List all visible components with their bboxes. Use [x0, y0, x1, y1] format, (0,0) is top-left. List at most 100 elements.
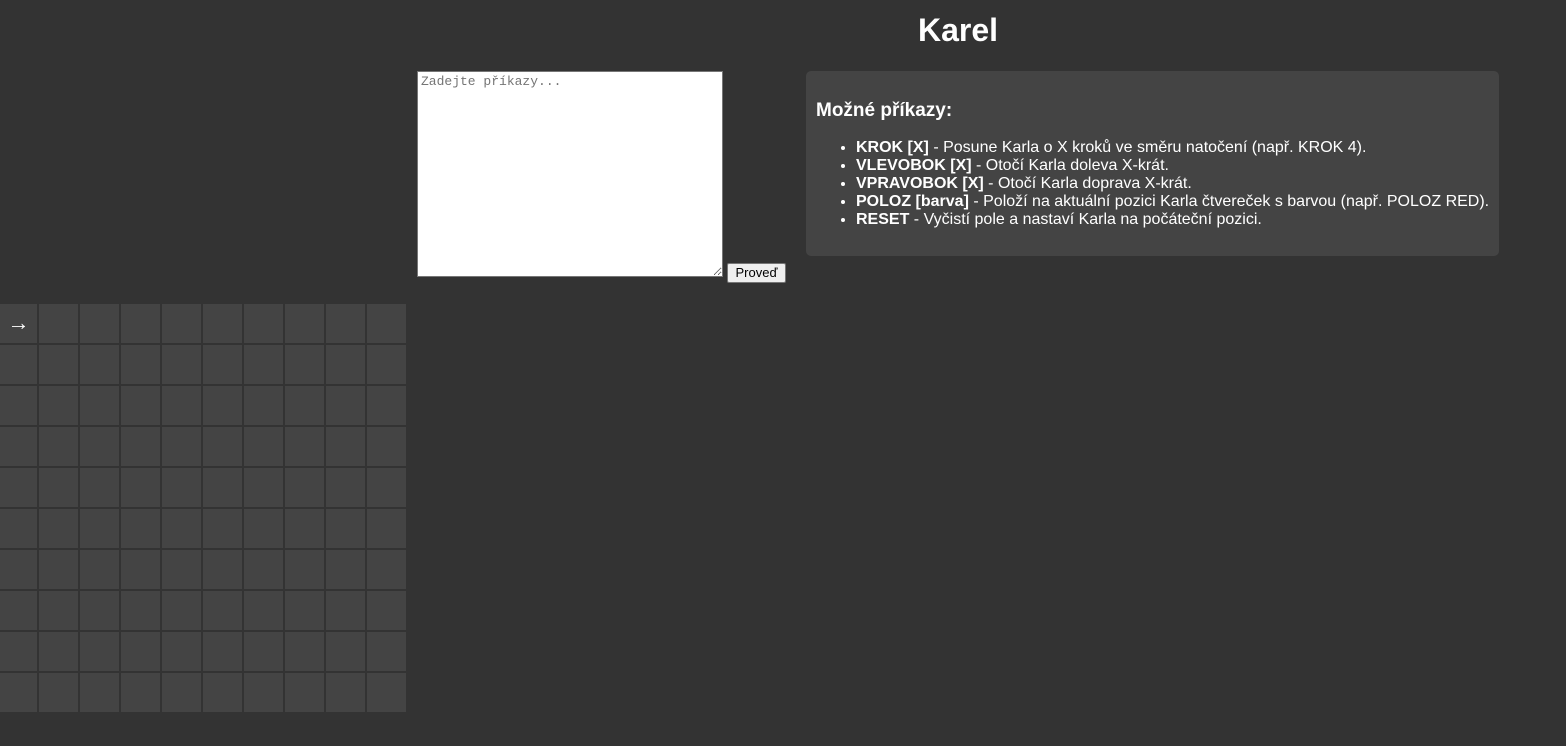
- board-cell: [366, 672, 407, 713]
- karel-board: →: [0, 303, 407, 713]
- board-cell: [284, 426, 325, 467]
- board-cell: [325, 303, 366, 344]
- board-cell: [284, 467, 325, 508]
- page-title-text: Karel: [917, 12, 999, 48]
- command-description: - Vyčistí pole a nastaví Karla na počáte…: [909, 211, 1262, 228]
- command-name: VLEVOBOK [X]: [856, 157, 972, 174]
- board-cell: [161, 631, 202, 672]
- board-cell: [366, 303, 407, 344]
- board-cell: [38, 467, 79, 508]
- board-cell: [38, 672, 79, 713]
- board-cell: [0, 385, 38, 426]
- board-cell: [243, 672, 284, 713]
- board-cell: [366, 508, 407, 549]
- board-cell: [366, 590, 407, 631]
- command-description: - Otočí Karla doprava X-krát.: [983, 175, 1192, 192]
- board-cell: [325, 672, 366, 713]
- command-item: VPRAVOBOK [X] - Otočí Karla doprava X-kr…: [856, 175, 1489, 193]
- board-cell: [284, 672, 325, 713]
- board-cell: [79, 467, 120, 508]
- board-cell: [366, 467, 407, 508]
- board-cell: [325, 631, 366, 672]
- board-cell: →: [0, 303, 38, 344]
- board-cell: [120, 672, 161, 713]
- board-cell: [38, 344, 79, 385]
- board-cell: [120, 590, 161, 631]
- command-name: KROK [X]: [856, 139, 929, 156]
- run-button[interactable]: Proveď: [727, 263, 786, 283]
- board-cell: [325, 590, 366, 631]
- board-cell: [202, 672, 243, 713]
- board-cell: [284, 508, 325, 549]
- board-cell: [79, 508, 120, 549]
- board-cell: [202, 303, 243, 344]
- page-title: Karel: [0, 10, 1566, 50]
- board-cell: [120, 426, 161, 467]
- board-cell: [161, 344, 202, 385]
- board-cell: [284, 303, 325, 344]
- board-cell: [202, 426, 243, 467]
- board-cell: [79, 385, 120, 426]
- command-item: KROK [X] - Posune Karla o X kroků ve smě…: [856, 139, 1489, 157]
- board-cell: [79, 303, 120, 344]
- board-cell: [0, 508, 38, 549]
- karel-app: Karel Proveď Možné příkazy: KROK [X] - P…: [0, 0, 1566, 746]
- board-cell: [202, 508, 243, 549]
- board-cell: [120, 508, 161, 549]
- board-cell: [202, 385, 243, 426]
- board-cell: [0, 631, 38, 672]
- board-cell: [202, 549, 243, 590]
- board-cell: [120, 631, 161, 672]
- board-cell: [284, 631, 325, 672]
- board-cell: [161, 303, 202, 344]
- board-cell: [38, 385, 79, 426]
- command-item: RESET - Vyčistí pole a nastaví Karla na …: [856, 211, 1489, 229]
- commands-input[interactable]: [417, 71, 723, 277]
- board-cell: [79, 631, 120, 672]
- board-cell: [366, 631, 407, 672]
- karel-arrow-icon: →: [7, 310, 30, 335]
- board-cell: [38, 303, 79, 344]
- board-cell: [161, 590, 202, 631]
- board-cell: [325, 344, 366, 385]
- board-cell: [79, 590, 120, 631]
- command-name: RESET: [856, 211, 910, 228]
- board-cell: [243, 344, 284, 385]
- board-cell: [38, 631, 79, 672]
- board-cell: [79, 549, 120, 590]
- board-cell: [79, 344, 120, 385]
- board-cell: [120, 385, 161, 426]
- board-cell: [366, 344, 407, 385]
- board-cell: [161, 467, 202, 508]
- board-cell: [243, 426, 284, 467]
- board-cell: [202, 467, 243, 508]
- board-cell: [325, 467, 366, 508]
- command-name: VPRAVOBOK [X]: [856, 175, 984, 192]
- board-cell: [243, 303, 284, 344]
- board-cell: [325, 508, 366, 549]
- board-cell: [161, 549, 202, 590]
- board-cell: [38, 549, 79, 590]
- board-cell: [0, 549, 38, 590]
- board-cell: [120, 344, 161, 385]
- board-cell: [284, 549, 325, 590]
- command-description: - Posune Karla o X kroků ve směru natoče…: [928, 139, 1367, 156]
- board-cell: [366, 549, 407, 590]
- command-description: - Položí na aktuální pozici Karla čtvere…: [968, 193, 1490, 210]
- board-cell: [243, 467, 284, 508]
- board-cell: [0, 590, 38, 631]
- help-panel: Možné příkazy: KROK [X] - Posune Karla o…: [806, 71, 1499, 256]
- board-cell: [243, 549, 284, 590]
- board-cell: [325, 426, 366, 467]
- board-cell: [366, 426, 407, 467]
- board-cell: [120, 549, 161, 590]
- board-cell: [0, 426, 38, 467]
- command-list: KROK [X] - Posune Karla o X kroků ve smě…: [816, 139, 1489, 229]
- board-cell: [284, 385, 325, 426]
- board-cell: [120, 467, 161, 508]
- board-cell: [161, 426, 202, 467]
- command-description: - Otočí Karla doleva X-krát.: [971, 157, 1169, 174]
- board-cell: [38, 426, 79, 467]
- board-cell: [161, 385, 202, 426]
- board-cell: [79, 672, 120, 713]
